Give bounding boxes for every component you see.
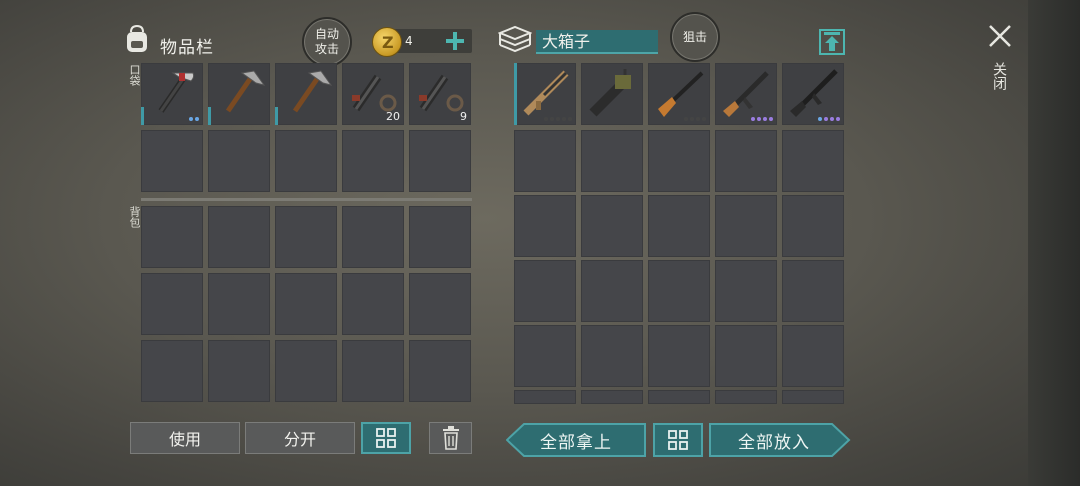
backpack-slot[interactable]	[275, 340, 337, 402]
split-button[interactable]: 分开	[245, 422, 355, 454]
container-slot[interactable]	[782, 195, 844, 257]
backpack-slot[interactable]	[342, 206, 404, 268]
container-slot[interactable]	[514, 325, 576, 387]
pocket-slot[interactable]	[208, 130, 270, 192]
coin-count: 4	[405, 34, 413, 48]
close-label[interactable]: 关闭	[989, 62, 1009, 90]
container-slot[interactable]	[782, 390, 844, 404]
backpack-slot[interactable]	[275, 206, 337, 268]
container-slot[interactable]	[581, 195, 643, 257]
backpack-slot[interactable]	[141, 273, 203, 335]
container-slot[interactable]	[715, 130, 777, 192]
auto-attack-button[interactable]: 自动攻击	[302, 17, 352, 67]
container-slot[interactable]	[581, 130, 643, 192]
backpack-slot[interactable]	[409, 206, 471, 268]
backpack-slot[interactable]	[208, 273, 270, 335]
item-quantity: 20	[386, 110, 400, 123]
backpack-slot[interactable]	[141, 206, 203, 268]
grid-sort-icon	[668, 430, 688, 450]
pocket-slot[interactable]	[275, 63, 337, 125]
shotgun-icon	[658, 71, 704, 117]
launcher-icon	[589, 69, 631, 117]
pickaxe-icon	[292, 70, 333, 113]
section-divider	[141, 198, 472, 201]
coin-icon: Z	[372, 27, 402, 57]
backpack-slot[interactable]	[409, 340, 471, 402]
container-slot[interactable]	[514, 260, 576, 322]
sort-inventory-button[interactable]	[361, 422, 411, 454]
pocket-slot[interactable]: 20	[342, 63, 404, 125]
take-all-button[interactable]: 全部拿上	[506, 423, 646, 457]
pocket-label: 口袋	[128, 64, 141, 86]
container-slot[interactable]	[715, 325, 777, 387]
container-slot[interactable]	[782, 63, 844, 125]
pickaxe-icon	[225, 70, 266, 113]
put-all-label: 全部放入	[738, 432, 810, 453]
container-slot[interactable]	[581, 260, 643, 322]
container-slot[interactable]	[648, 390, 710, 404]
container-slot[interactable]	[715, 195, 777, 257]
m16-rifle-icon	[790, 69, 838, 117]
use-button[interactable]: 使用	[130, 422, 240, 454]
inventory-title: 物品栏	[160, 38, 214, 58]
plus-icon[interactable]	[445, 31, 465, 51]
container-slot[interactable]	[581, 390, 643, 404]
container-slot[interactable]	[782, 325, 844, 387]
pocket-slot[interactable]	[208, 63, 270, 125]
container-slot[interactable]	[648, 260, 710, 322]
container-slot[interactable]	[715, 260, 777, 322]
pocket-slot[interactable]	[141, 63, 203, 125]
pocket-slot[interactable]	[275, 130, 337, 192]
container-slot[interactable]	[715, 63, 777, 125]
container-slot[interactable]	[514, 63, 576, 125]
container-slot[interactable]	[514, 130, 576, 192]
backpack-slot[interactable]	[208, 206, 270, 268]
box-stack-icon	[497, 25, 533, 55]
container-slot[interactable]	[648, 325, 710, 387]
backpack-slot[interactable]	[208, 340, 270, 402]
container-slot[interactable]	[581, 63, 643, 125]
container-slot[interactable]	[648, 63, 710, 125]
backpack-slot[interactable]	[409, 273, 471, 335]
sniper-mode-button[interactable]: 狙击	[670, 12, 720, 62]
take-all-label: 全部拿上	[540, 432, 612, 453]
upload-icon[interactable]	[818, 28, 846, 56]
container-slot[interactable]	[782, 260, 844, 322]
trash-button[interactable]	[429, 422, 472, 454]
hammer-icon	[158, 72, 195, 113]
pocket-slot[interactable]: 9	[409, 63, 471, 125]
container-slot[interactable]	[581, 325, 643, 387]
sniper-mode-label: 狙击	[682, 29, 707, 44]
container-slot[interactable]	[514, 390, 576, 404]
sort-container-button[interactable]	[653, 423, 703, 457]
container-name-field[interactable]: 大箱子	[536, 30, 658, 54]
item-quantity: 9	[460, 110, 467, 123]
assault-rifle-icon	[723, 71, 769, 117]
backpack-slot[interactable]	[342, 273, 404, 335]
backpack-slot[interactable]	[275, 273, 337, 335]
container-slot[interactable]	[514, 195, 576, 257]
backpack-slot[interactable]	[141, 340, 203, 402]
pocket-slot[interactable]	[342, 130, 404, 192]
put-all-button[interactable]: 全部放入	[709, 423, 851, 457]
right-edge-panel	[1028, 0, 1080, 486]
backpack-slot[interactable]	[342, 340, 404, 402]
backpack-icon	[122, 24, 152, 54]
container-slot[interactable]	[715, 390, 777, 404]
container-slot[interactable]	[648, 130, 710, 192]
grid-sort-icon	[376, 428, 396, 448]
close-icon[interactable]	[988, 24, 1012, 48]
rifle-icon	[523, 70, 569, 116]
container-slot[interactable]	[648, 195, 710, 257]
trash-icon	[442, 426, 459, 450]
svg-text:Z: Z	[382, 33, 394, 52]
pocket-slot[interactable]	[141, 130, 203, 192]
container-slot[interactable]	[782, 130, 844, 192]
auto-attack-label: 自动攻击	[314, 27, 339, 56]
backpack-label: 背包	[128, 206, 141, 228]
pocket-slot[interactable]	[409, 130, 471, 192]
